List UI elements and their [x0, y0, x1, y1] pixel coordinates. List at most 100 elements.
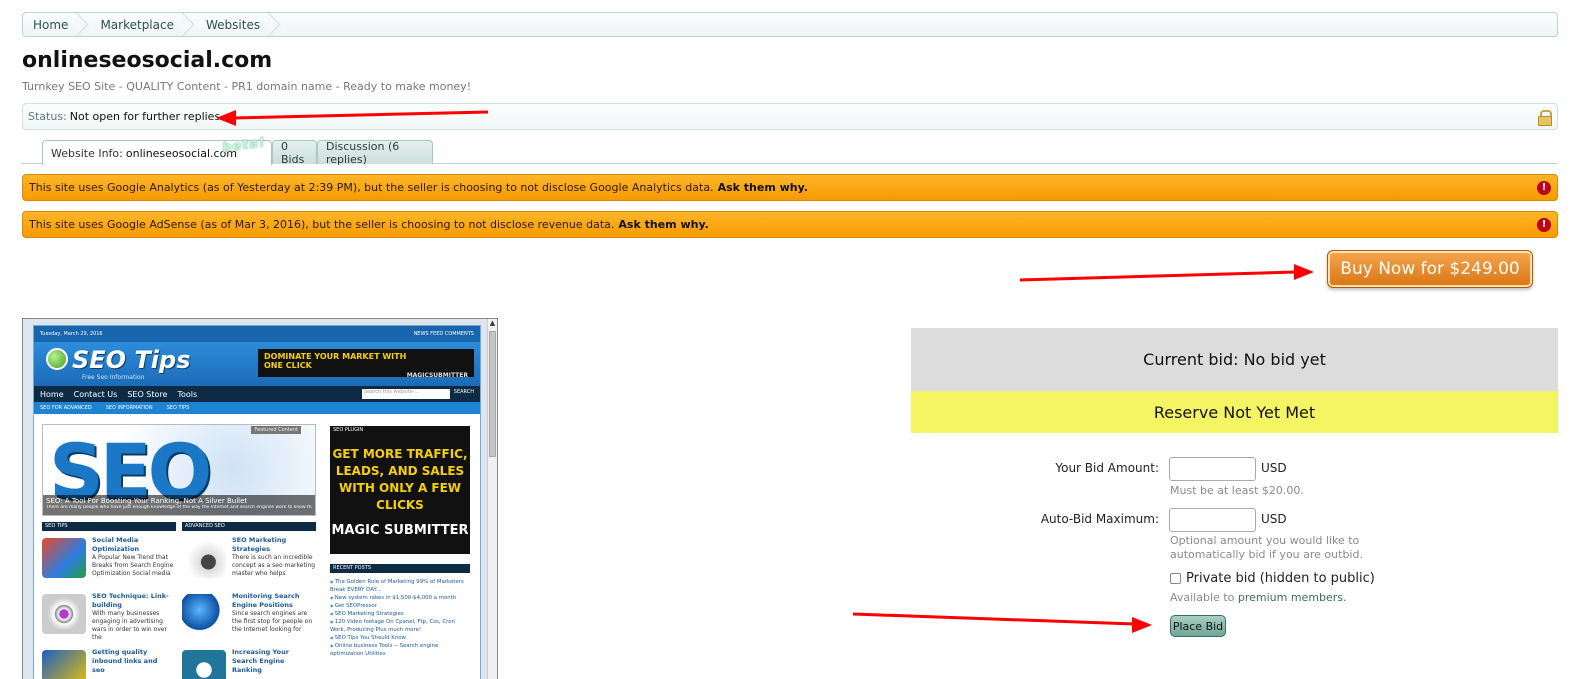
recent-post: 120 Video footage On Cpanel, Ftp, Css, C… — [330, 618, 470, 634]
autobid-input[interactable] — [1169, 508, 1256, 532]
reserve-status: Reserve Not Yet Met — [911, 391, 1558, 433]
recent-post: The Golden Rule of Marketing 99% of Mark… — [330, 578, 470, 594]
private-bid-label[interactable]: Private bid (hidden to public) — [1186, 571, 1375, 586]
preview-logo-sub: Free Seo Information — [82, 374, 145, 381]
private-bid-hint: Available to premium members. — [1170, 591, 1347, 605]
bid-amount-label: Your Bid Amount: — [1055, 461, 1159, 475]
preview-feeds: NEWS FEED COMMENTS — [413, 331, 474, 337]
magnifier-icon — [46, 348, 68, 370]
banner-line2: ONE CLICK — [264, 361, 312, 370]
bid-amount-hint: Must be at least $20.00. — [1170, 484, 1304, 497]
private-hint-prefix: Available to — [1170, 591, 1235, 604]
recent-post: New system rakes in $1,500-$4,000 a mont… — [330, 594, 470, 602]
preview-search: Search this website ... — [362, 389, 450, 399]
recent-post: SEO Tips You Should Know — [330, 634, 470, 642]
adsense-ask-link[interactable]: Ask them why. — [618, 218, 708, 231]
post-desc: With many businesses engaging in adverti… — [92, 610, 167, 641]
wordpress-thumbnail-icon — [182, 650, 226, 679]
autobid-hint: Optional amount you would like to automa… — [1170, 534, 1363, 562]
autobid-label: Auto-Bid Maximum: — [1040, 512, 1159, 526]
arrowhead-buy-now — [1294, 264, 1314, 280]
autobid-currency: USD — [1261, 512, 1287, 526]
preview-site: Tuesday, March 29, 2016 NEWS FEED COMMEN… — [33, 325, 481, 679]
seo-thumbnail-icon — [42, 650, 86, 679]
tab-bar: Website Info: onlineseosocial.com beta! … — [22, 135, 1558, 166]
warning-icon: ! — [1537, 181, 1551, 195]
tab-website-info-label: Website Info: — [51, 146, 123, 160]
preview-nav-home: Home — [40, 389, 64, 399]
banner-line1: DOMINATE YOUR MARKET WITH — [264, 352, 407, 361]
featured-title: SEO: A Tool For Boosting Your Ranking, N… — [46, 497, 248, 505]
page-subtitle: Turnkey SEO Site - QUALITY Content - PR1… — [22, 80, 472, 93]
tab-bids[interactable]: 0 Bids — [272, 140, 317, 166]
post-desc: There is such an incredible concept as a… — [232, 554, 316, 577]
featured-tag: Featured Content — [251, 426, 301, 434]
breadcrumb: Home Marketplace Websites — [22, 12, 1558, 37]
tab-discussion[interactable]: Discussion (6 replies) — [317, 140, 433, 166]
lock-icon — [1538, 110, 1552, 126]
warning-icon: ! — [1537, 218, 1551, 232]
place-bid-button[interactable]: Place Bid — [1170, 615, 1226, 637]
featured-desc: There are many people who have just enou… — [46, 505, 312, 510]
page-title: onlineseosocial.com — [22, 48, 273, 73]
status-label: Status: — [28, 110, 67, 123]
preview-nav-contact: Contact Us — [73, 389, 118, 399]
post-title: Increasing Your Search Engine Ranking — [232, 648, 289, 674]
side-ad-text: GET MORE TRAFFIC, LEADS, AND SALES WITH … — [332, 447, 468, 512]
post-title: Getting quality inbound links and seo — [92, 648, 158, 674]
analytics-notice-text: This site uses Google Analytics (as of Y… — [29, 181, 714, 194]
banner-brand: MAGICSUBMITTER — [406, 372, 468, 379]
recent-post: Get SEOPressor — [330, 602, 470, 610]
side-plugin-head: SEO PLUGIN — [333, 427, 364, 433]
current-bid-panel: Current bid: No bid yet — [911, 328, 1558, 391]
autobid-hint-line2: automatically bid if you are outbid. — [1170, 548, 1363, 561]
target-thumbnail-icon — [42, 594, 86, 634]
featured-caption: SEO: A Tool For Boosting Your Ranking, N… — [43, 495, 315, 515]
post-title: SEO Marketing Strategies — [232, 536, 287, 553]
breadcrumb-websites[interactable]: Websites — [189, 13, 275, 36]
side-ad-brand: MAGIC SUBMITTER — [331, 523, 469, 538]
buy-now-button[interactable]: Buy Now for $249.00 — [1327, 250, 1533, 288]
preview-topbar: Tuesday, March 29, 2016 NEWS FEED COMMEN… — [34, 326, 480, 342]
adsense-notice-text: This site uses Google AdSense (as of Mar… — [29, 218, 615, 231]
breadcrumb-home[interactable]: Home — [23, 13, 83, 36]
preview-post: Monitoring Search Engine Positions Since… — [182, 592, 316, 644]
preview-featured: SEO Featured Content SEO: A Tool For Boo… — [42, 424, 316, 516]
globe-thumbnail-icon — [182, 594, 226, 634]
post-desc: A Popular New Trend that Breaks from Sea… — [92, 554, 174, 577]
preview-post: Social Media Optimization A Popular New … — [42, 536, 176, 588]
tab-website-info-domain: onlineseosocial.com — [125, 146, 238, 160]
recent-posts-head: RECENT POSTS — [330, 564, 470, 573]
preview-nav: Home Contact Us SEO Store Tools Search t… — [34, 386, 480, 402]
side-ad: GET MORE TRAFFIC, LEADS, AND SALES WITH … — [330, 426, 470, 554]
preview-nav-tools: Tools — [177, 389, 198, 399]
preview-scrollbar[interactable]: ▲ — [487, 319, 497, 679]
analytics-ask-link[interactable]: Ask them why. — [718, 181, 808, 194]
col-seo-tips-head: SEO TIPS — [42, 522, 176, 531]
preview-header: SEO Tips Free Seo Information DOMINATE Y… — [34, 342, 480, 386]
private-bid-checkbox[interactable] — [1170, 573, 1181, 584]
magnifier-thumbnail-icon — [182, 538, 226, 578]
preview-banner-ad: DOMINATE YOUR MARKET WITH ONE CLICK MAGI… — [258, 349, 474, 379]
post-title: Social Media Optimization — [92, 536, 140, 553]
premium-members-link[interactable]: premium members. — [1238, 591, 1347, 604]
analytics-notice: This site uses Google Analytics (as of Y… — [22, 174, 1558, 201]
bid-amount-input[interactable] — [1169, 457, 1256, 481]
status-text: Not open for further replies. — [69, 110, 224, 123]
bid-amount-currency: USD — [1261, 461, 1287, 475]
post-title: Monitoring Search Engine Positions — [232, 592, 300, 609]
arrow-to-place-bid — [852, 612, 1135, 626]
recent-post: Online business Tools -- Search engine o… — [330, 642, 470, 658]
preview-post: SEO Technique: Link-building With many b… — [42, 592, 176, 644]
post-desc: Since search engines are the first stop … — [232, 610, 313, 633]
scroll-thumb[interactable] — [489, 331, 496, 457]
preview-logo: SEO Tips — [72, 346, 191, 374]
preview-post: Getting quality inbound links and seo — [42, 648, 176, 679]
preview-date: Tuesday, March 29, 2016 — [40, 331, 103, 337]
scroll-up-icon[interactable]: ▲ — [488, 319, 497, 329]
preview-subnav-item: SEO FOR ADVANCED — [40, 405, 92, 411]
col-advanced-head: ADVANCED SEO — [182, 522, 316, 531]
recent-post: SEO Marketing Strategies — [330, 610, 470, 618]
preview-nav-store: SEO Store — [127, 389, 168, 399]
breadcrumb-marketplace[interactable]: Marketplace — [83, 13, 189, 36]
